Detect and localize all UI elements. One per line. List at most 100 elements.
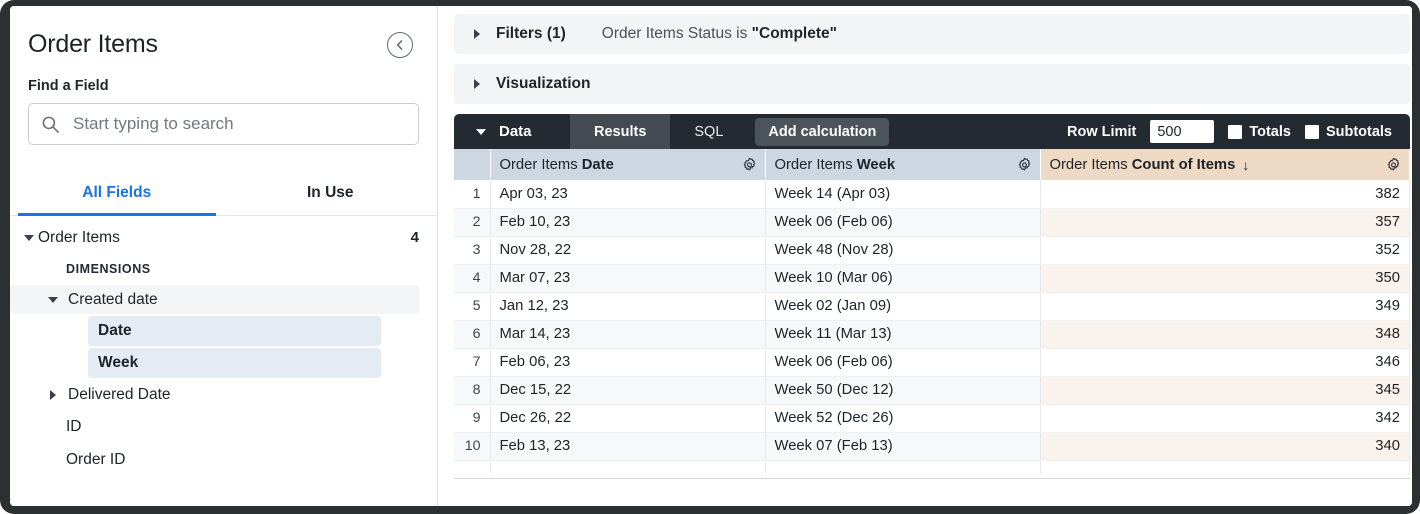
cell-week[interactable]: Week 02 (Jan 09) (765, 292, 1040, 320)
group-label-dimensions: DIMENSIONS (10, 254, 437, 284)
cell-count[interactable]: 382 (1040, 180, 1410, 208)
search-input[interactable] (73, 114, 406, 134)
toolbar-right-group: Row Limit Totals Subtotals (1067, 114, 1410, 149)
cell-date[interactable]: Feb 06, 23 (490, 348, 765, 376)
caret-down-icon[interactable] (20, 235, 38, 241)
cell-date[interactable]: Nov 28, 22 (490, 236, 765, 264)
cell-count[interactable]: 340 (1040, 432, 1410, 460)
row-number: 4 (454, 264, 490, 292)
caret-right-icon[interactable] (474, 29, 480, 39)
table-row[interactable]: 9Dec 26, 22Week 52 (Dec 26)342 (454, 404, 1410, 432)
gear-icon[interactable] (1385, 156, 1402, 173)
field-created-date[interactable]: Created date (10, 285, 419, 314)
cell-count[interactable]: 346 (1040, 348, 1410, 376)
search-field-container[interactable] (28, 103, 419, 145)
table-row[interactable]: 1Apr 03, 23Week 14 (Apr 03)382 (454, 180, 1410, 208)
tab-results[interactable]: Results (570, 114, 670, 149)
cell-date[interactable]: Jan 12, 23 (490, 292, 765, 320)
results-table-container[interactable]: Order Items Date Order Items Week (454, 149, 1410, 479)
table-row[interactable]: 8Dec 15, 22Week 50 (Dec 12)345 (454, 376, 1410, 404)
field-label: Created date (68, 291, 158, 309)
cell-date[interactable]: Dec 26, 22 (490, 404, 765, 432)
filters-bar[interactable]: Filters (1) Order Items Status is "Compl… (454, 14, 1410, 54)
table-header-row: Order Items Date Order Items Week (454, 149, 1410, 180)
field-delivered-date[interactable]: Delivered Date (10, 380, 419, 409)
data-toolbar: Data Results SQL Add calculation Row Lim… (454, 114, 1410, 149)
cell-date[interactable]: Feb 10, 23 (490, 208, 765, 236)
cell-week[interactable]: Week 50 (Dec 12) (765, 376, 1040, 404)
column-header-label: Order Items Week (775, 157, 896, 173)
tab-sql[interactable]: SQL (670, 114, 747, 149)
cell-week[interactable]: Week 48 (Nov 28) (765, 236, 1040, 264)
column-header-count-of-items[interactable]: Order Items Count of Items ↓ (1040, 149, 1410, 180)
table-row[interactable]: 2Feb 10, 23Week 06 (Feb 06)357 (454, 208, 1410, 236)
checkbox-icon (1305, 125, 1319, 139)
cell-date[interactable]: Feb 13, 23 (490, 432, 765, 460)
subtotals-label: Subtotals (1326, 124, 1392, 140)
subtotals-checkbox[interactable]: Subtotals (1305, 124, 1392, 140)
row-number-header (454, 149, 490, 180)
field-id[interactable]: ID (10, 410, 437, 443)
row-number: 2 (454, 208, 490, 236)
table-row[interactable]: 10Feb 13, 23Week 07 (Feb 13)340 (454, 432, 1410, 460)
table-row[interactable]: 3Nov 28, 22Week 48 (Nov 28)352 (454, 236, 1410, 264)
row-limit-input[interactable] (1150, 120, 1214, 143)
visualization-bar[interactable]: Visualization (454, 64, 1410, 104)
cell-date[interactable]: Dec 15, 22 (490, 376, 765, 404)
cell-count[interactable]: 352 (1040, 236, 1410, 264)
gear-icon[interactable] (741, 156, 758, 173)
cell-count[interactable]: 349 (1040, 292, 1410, 320)
row-number: 8 (454, 376, 490, 404)
table-row[interactable]: 6Mar 14, 23Week 11 (Mar 13)348 (454, 320, 1410, 348)
cell-week[interactable]: Week 06 (Feb 06) (765, 348, 1040, 376)
field-picker-sidebar: Order Items Find a Field All Fields In U… (10, 6, 438, 506)
search-icon (41, 115, 63, 134)
field-order-id[interactable]: Order ID (10, 443, 437, 476)
cell-date[interactable]: Mar 07, 23 (490, 264, 765, 292)
tab-all-fields[interactable]: All Fields (10, 173, 224, 215)
row-number: 10 (454, 432, 490, 460)
sort-descending-icon[interactable]: ↓ (1242, 157, 1249, 173)
field-tree: Order Items 4 DIMENSIONS Created date Da… (10, 216, 437, 476)
table-row[interactable]: 5Jan 12, 23Week 02 (Jan 09)349 (454, 292, 1410, 320)
field-created-date-date[interactable]: Date (88, 316, 381, 346)
column-header-date[interactable]: Order Items Date (490, 149, 765, 180)
data-section-toggle[interactable]: Data (454, 114, 570, 149)
column-header-label: Order Items Count of Items (1050, 157, 1236, 173)
cell-week[interactable]: Week 11 (Mar 13) (765, 320, 1040, 348)
add-calculation-button[interactable]: Add calculation (755, 118, 889, 146)
caret-right-icon[interactable] (474, 79, 480, 89)
caret-right-icon[interactable] (44, 390, 62, 400)
row-number: 9 (454, 404, 490, 432)
gear-icon[interactable] (1016, 156, 1033, 173)
find-a-field-label: Find a Field (28, 78, 437, 94)
cell-count[interactable]: 350 (1040, 264, 1410, 292)
cell-count[interactable]: 345 (1040, 376, 1410, 404)
totals-checkbox[interactable]: Totals (1228, 124, 1291, 140)
table-row-partial[interactable] (454, 460, 1410, 474)
app-surface: Order Items Find a Field All Fields In U… (10, 6, 1412, 506)
table-row[interactable]: 7Feb 06, 23Week 06 (Feb 06)346 (454, 348, 1410, 376)
row-number: 6 (454, 320, 490, 348)
tree-view-order-items[interactable]: Order Items 4 (10, 221, 437, 254)
cell-count[interactable]: 348 (1040, 320, 1410, 348)
cell-week[interactable]: Week 06 (Feb 06) (765, 208, 1040, 236)
field-label: Delivered Date (68, 386, 171, 404)
table-row[interactable]: 4Mar 07, 23Week 10 (Mar 06)350 (454, 264, 1410, 292)
cell-date[interactable]: Mar 14, 23 (490, 320, 765, 348)
view-name: Order Items (38, 229, 120, 247)
cell-week[interactable]: Week 14 (Apr 03) (765, 180, 1040, 208)
chevron-left-circle-icon[interactable] (387, 32, 413, 58)
cell-count[interactable]: 342 (1040, 404, 1410, 432)
caret-down-icon[interactable] (44, 297, 62, 303)
row-number: 1 (454, 180, 490, 208)
page-title: Order Items (28, 30, 158, 59)
cell-week[interactable]: Week 07 (Feb 13) (765, 432, 1040, 460)
cell-date[interactable]: Apr 03, 23 (490, 180, 765, 208)
cell-count[interactable]: 357 (1040, 208, 1410, 236)
cell-week[interactable]: Week 10 (Mar 06) (765, 264, 1040, 292)
tab-in-use[interactable]: In Use (224, 173, 438, 215)
cell-week[interactable]: Week 52 (Dec 26) (765, 404, 1040, 432)
column-header-week[interactable]: Order Items Week (765, 149, 1040, 180)
field-created-date-week[interactable]: Week (88, 348, 381, 378)
